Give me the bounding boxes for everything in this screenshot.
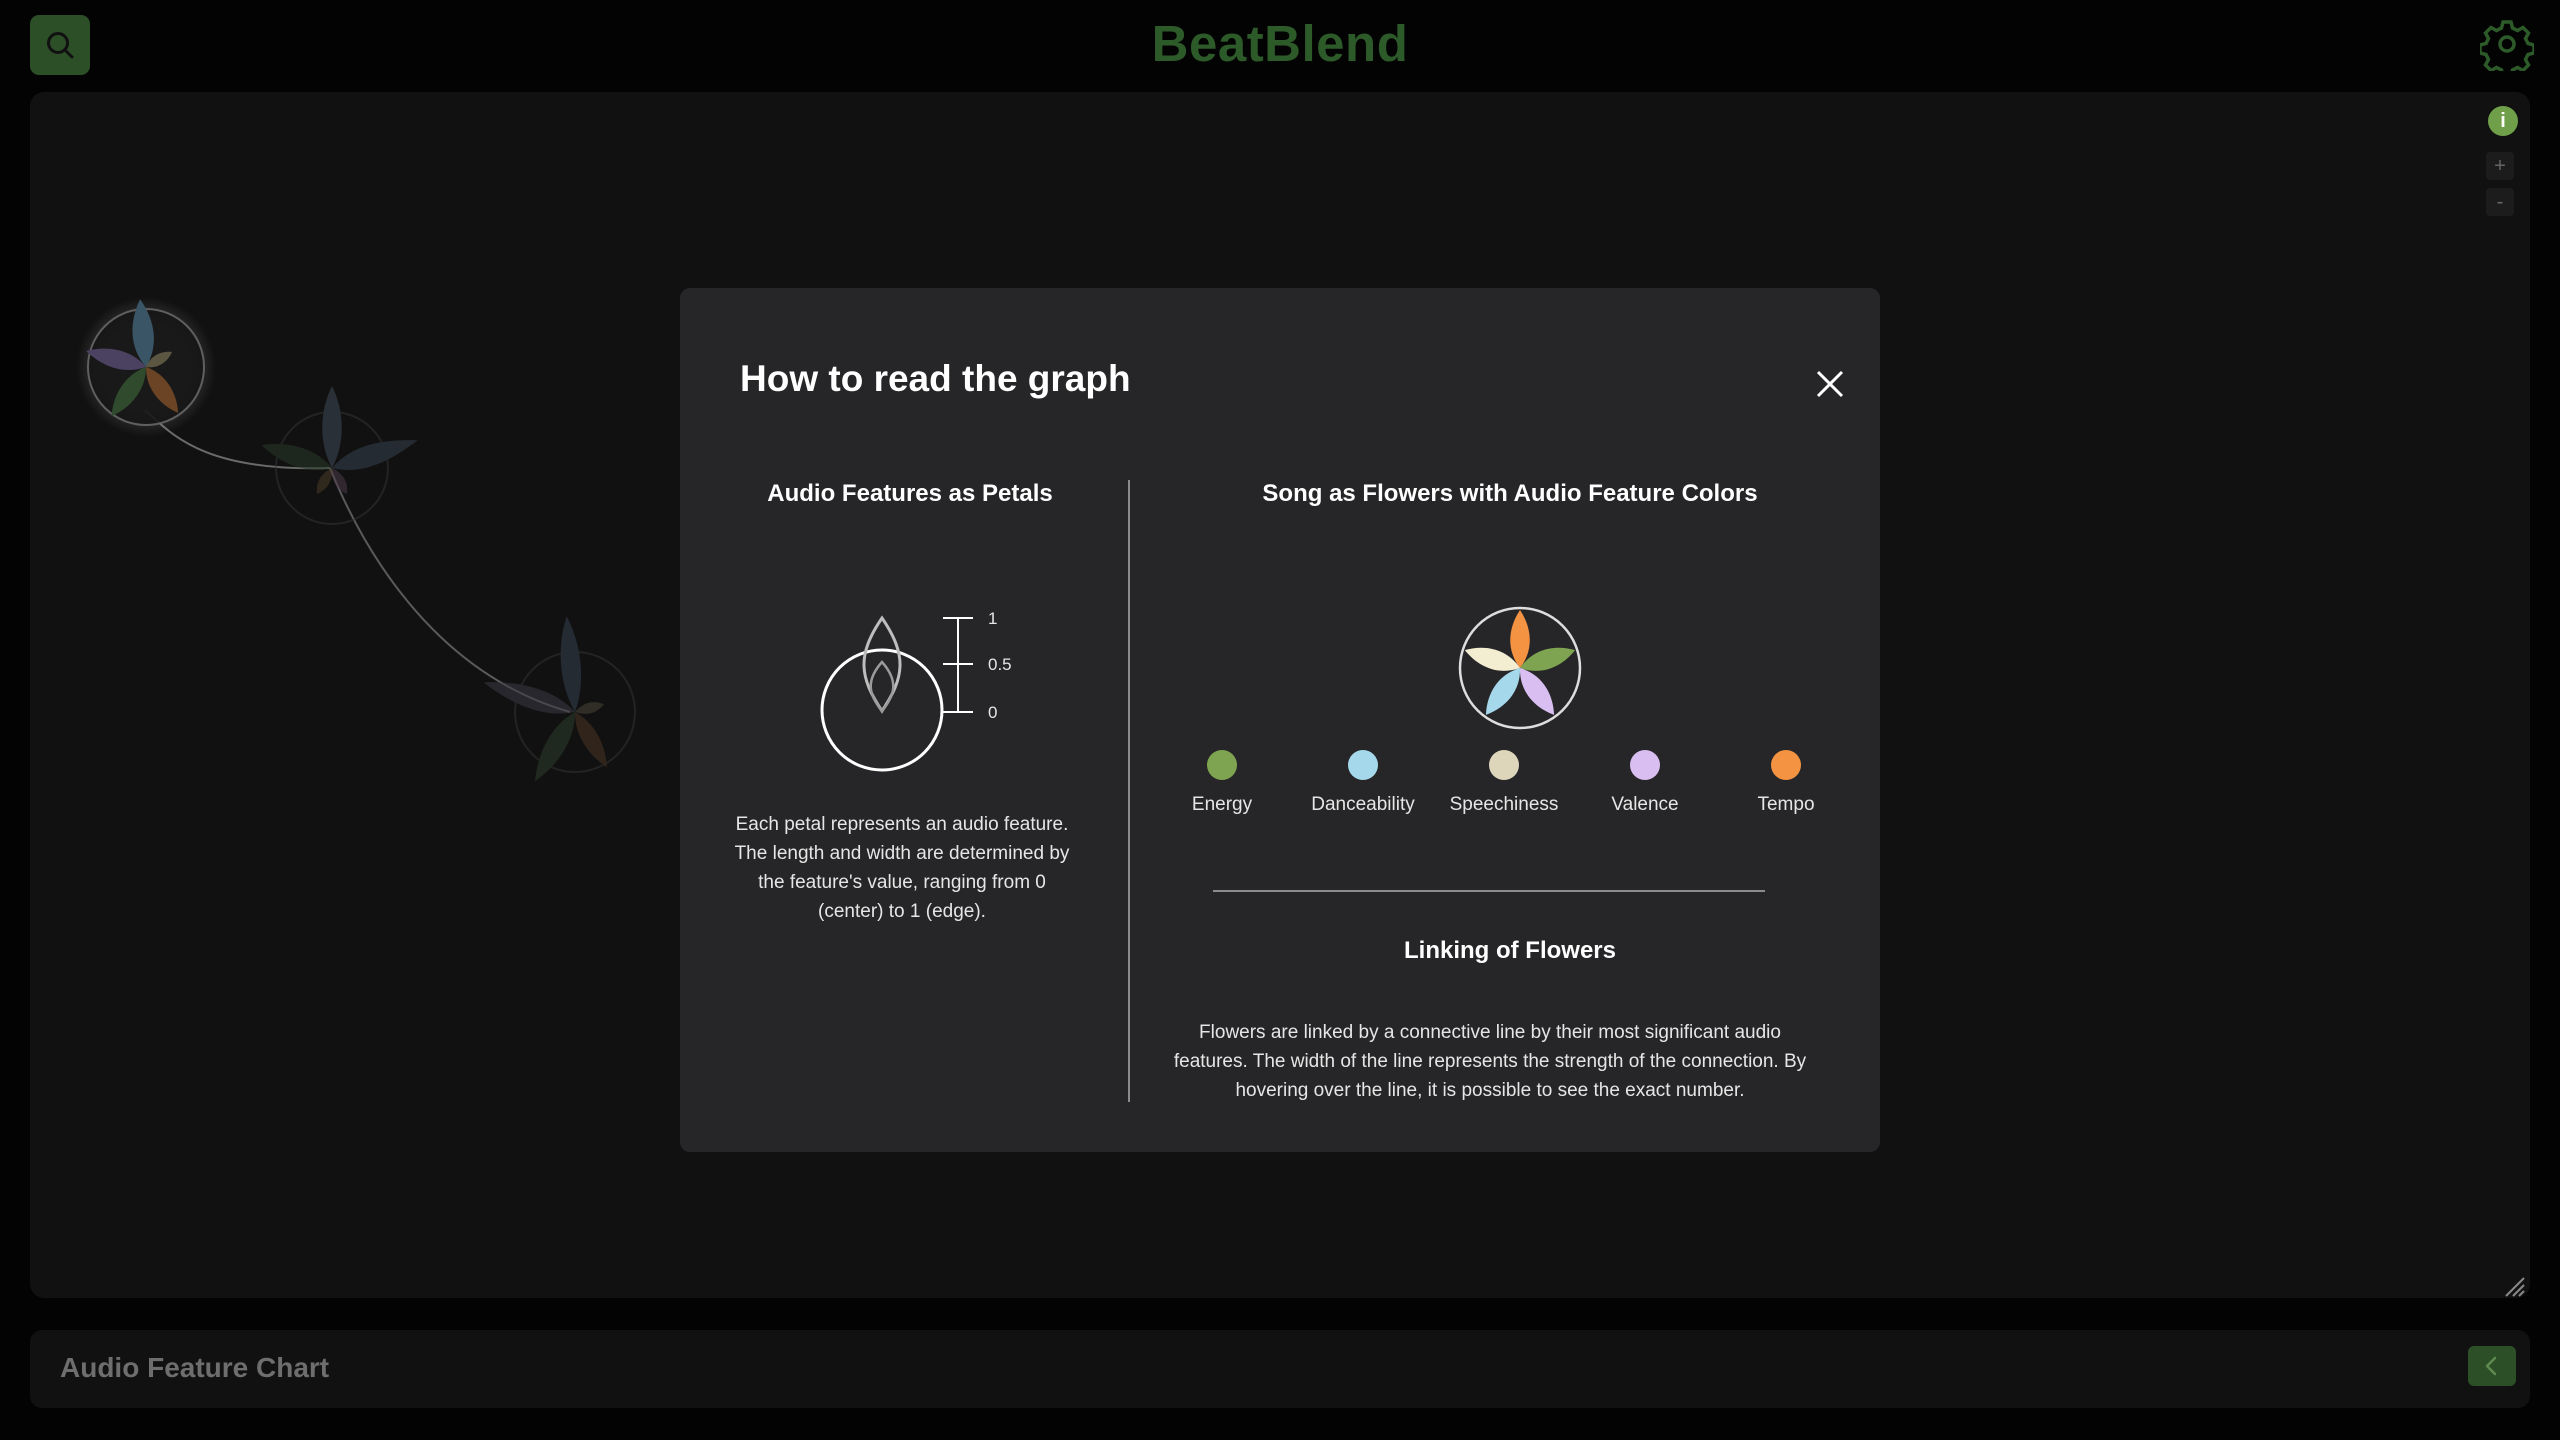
linking-description: Flowers are linked by a connective line … — [1173, 1022, 1807, 1101]
top-bar: BeatBlend — [0, 0, 2560, 92]
song-flower[interactable] — [480, 616, 636, 787]
feature-legend: Energy Danceability Speechiness Valence … — [1160, 750, 1860, 840]
section-divider — [1213, 890, 1765, 892]
chevron-left-icon — [2485, 1356, 2497, 1376]
section-divider — [1128, 480, 1130, 1102]
legend-label: Valence — [1611, 794, 1679, 815]
panel-toggle-button[interactable] — [2468, 1346, 2516, 1386]
legend-label: Energy — [1191, 794, 1253, 815]
panel-title: Audio Feature Chart — [60, 1352, 330, 1383]
danceability-color-dot — [1348, 750, 1378, 780]
example-flower — [1458, 606, 1582, 730]
speechiness-color-dot — [1489, 750, 1519, 780]
zoom-in-button[interactable]: + — [2486, 152, 2514, 180]
song-flower[interactable] — [76, 297, 216, 437]
flowers-heading: Song as Flowers with Audio Feature Color… — [1262, 480, 1758, 507]
petal-diagram: 1 0.5 0 — [820, 609, 1012, 772]
audio-feature-chart-panel: Audio Feature Chart — [30, 1330, 2530, 1408]
linking-heading: Linking of Flowers — [1403, 937, 1616, 964]
modal-title: How to read the graph — [740, 358, 1131, 399]
valence-color-dot — [1630, 750, 1660, 780]
close-icon — [1816, 370, 1844, 398]
legend-item-danceability: Danceability — [1283, 750, 1443, 816]
song-flower[interactable] — [259, 386, 421, 525]
legend-label: Speechiness — [1449, 794, 1559, 815]
legend-item-speechiness: Speechiness — [1424, 750, 1584, 816]
flower-link[interactable] — [329, 467, 571, 713]
energy-color-dot — [1207, 750, 1237, 780]
tempo-color-dot — [1771, 750, 1801, 780]
resize-handle[interactable] — [2504, 1276, 2526, 1298]
legend-label: Tempo — [1757, 794, 1815, 815]
scale-tick-label: 0 — [988, 703, 997, 722]
legend-label: Danceability — [1311, 794, 1415, 815]
app-title: BeatBlend — [1151, 15, 1409, 72]
petals-heading: Audio Features as Petals — [767, 480, 1053, 507]
legend-item-tempo: Tempo — [1706, 750, 1866, 816]
close-button[interactable] — [1812, 366, 1848, 402]
scale-tick-label: 0.5 — [988, 655, 1012, 674]
legend-item-energy: Energy — [1142, 750, 1302, 816]
petals-description: Each petal represents an audio feature. … — [734, 814, 1070, 922]
info-button[interactable]: i — [2488, 106, 2518, 136]
zoom-out-button[interactable]: - — [2486, 188, 2514, 216]
settings-button[interactable] — [2478, 17, 2536, 78]
scale-tick-label: 1 — [988, 609, 997, 628]
legend-item-valence: Valence — [1565, 750, 1725, 816]
gear-icon — [2478, 20, 2536, 78]
help-modal: How to read the graph Audio Features as … — [680, 288, 1880, 1152]
